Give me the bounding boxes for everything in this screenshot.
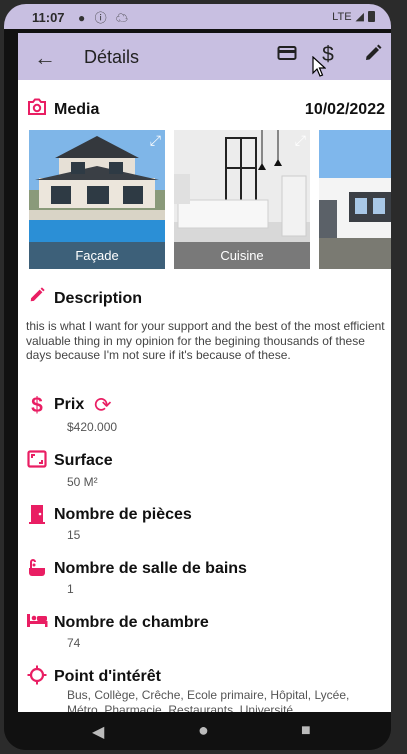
page-title: Détails (84, 47, 140, 67)
dollar-icon: $ (31, 394, 43, 417)
status-right: LTE ◢ (332, 10, 375, 23)
surface-title: Surface (54, 452, 113, 469)
status-time: 11:07 (32, 10, 65, 25)
nav-recents-icon[interactable]: ■ (301, 722, 311, 740)
price-title: Prix (54, 396, 85, 413)
status-icons: ● ⓘ ☁ (78, 11, 131, 25)
bedrooms-title: Nombre de chambre (54, 614, 209, 631)
currency-exchange-icon[interactable]: ⟳ (94, 393, 112, 418)
aspect-ratio-icon (26, 450, 48, 474)
pencil-icon (26, 286, 48, 310)
media-date: 10/02/2022 (304, 101, 385, 118)
location-target-icon (26, 665, 48, 691)
bathrooms-value: 1 (67, 582, 74, 596)
nav-home-icon[interactable]: ● (198, 720, 209, 741)
app-bar: ← Détails $ (18, 33, 391, 80)
photo-caption: Cuisine (174, 242, 310, 269)
media-title: Media (54, 101, 100, 118)
door-icon (26, 504, 48, 530)
mouse-cursor-icon (312, 56, 326, 77)
battery-icon (368, 11, 375, 22)
expand-icon[interactable]: ⤢ (150, 132, 161, 149)
photo-facade[interactable]: ⤢ Façade (29, 130, 165, 269)
expand-icon[interactable]: ⤢ (295, 132, 306, 149)
network-label: LTE (332, 10, 352, 23)
poi-value: Bus, Collège, Crêche, Ecole primaire, Hô… (67, 688, 350, 712)
bedrooms-value: 74 (67, 636, 81, 650)
details-content[interactable]: Media 10/02/2022 ⤢ Façade ⤢ Cuisine Desc… (18, 80, 391, 712)
price-value: $420.000 (67, 420, 118, 434)
bathtub-icon (26, 558, 48, 584)
bathrooms-title: Nombre de salle de bains (54, 560, 247, 577)
card-icon[interactable] (274, 43, 300, 69)
description-text: this is what I want for your support and… (26, 319, 385, 362)
edit-icon[interactable] (360, 43, 386, 69)
signal-icon: ◢ (355, 11, 364, 23)
photo-cuisine[interactable]: ⤢ Cuisine (174, 130, 310, 269)
nav-back-icon[interactable]: ◀ (92, 722, 104, 742)
photo-exterior[interactable] (319, 130, 391, 269)
surface-value: 50 M² (67, 475, 98, 489)
status-bar: 11:07 ● ⓘ ☁ LTE ◢ (4, 4, 391, 29)
device-frame: 11:07 ● ⓘ ☁ LTE ◢ ← Détails $ Media 10/0… (4, 4, 391, 750)
nav-bar: ◀ ● ■ (4, 712, 391, 750)
rooms-value: 15 (67, 528, 81, 542)
description-title: Description (54, 290, 143, 307)
photo-caption: Façade (29, 242, 165, 269)
camera-icon (26, 98, 48, 122)
back-arrow-icon[interactable]: ← (34, 45, 56, 71)
rooms-title: Nombre de pièces (54, 506, 192, 523)
bed-icon (26, 612, 48, 634)
poi-title: Point d'intérêt (54, 668, 161, 685)
